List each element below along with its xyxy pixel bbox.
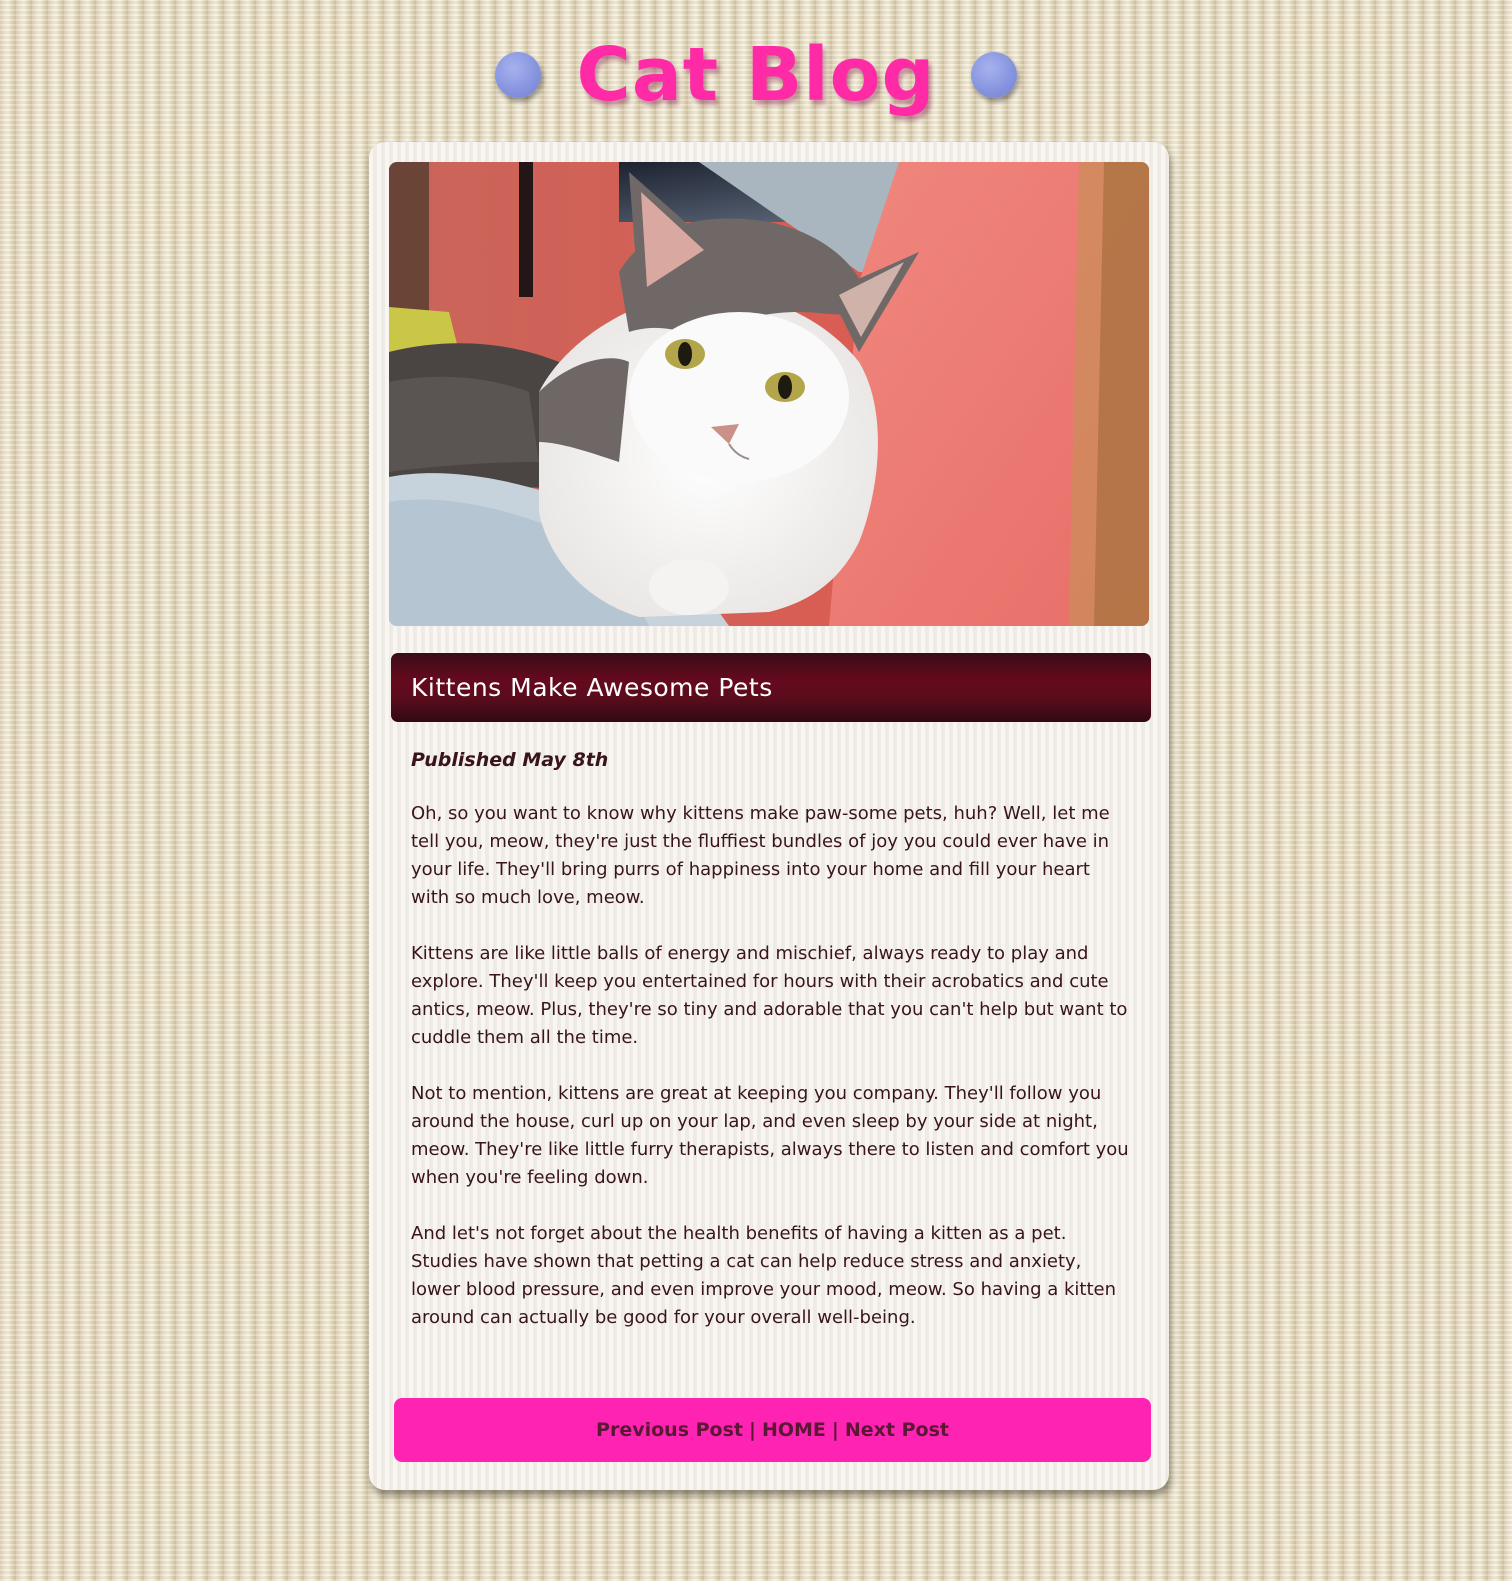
post-paragraph: Not to mention, kittens are great at kee…	[411, 1083, 1129, 1188]
site-title[interactable]: Cat Blog	[577, 38, 936, 112]
post-content: Published May 8th Oh, so you want to kno…	[411, 748, 1131, 1360]
post-image	[389, 162, 1149, 626]
site-header: Cat Blog	[0, 20, 1512, 130]
decorative-dot-left-icon	[494, 52, 541, 98]
post-navigation-bar: Previous Post | HOME | Next Post	[394, 1398, 1151, 1462]
post-paragraph: Oh, so you want to know why kittens make…	[411, 803, 1110, 908]
home-link[interactable]: HOME	[762, 1419, 826, 1441]
nav-separator: |	[748, 1419, 756, 1441]
post-title-bar: Kittens Make Awesome Pets	[391, 653, 1151, 722]
post-paragraph: And let's not forget about the health be…	[411, 1223, 1117, 1328]
nav-separator: |	[831, 1419, 839, 1441]
decorative-dot-right-icon	[971, 52, 1018, 98]
post-title: Kittens Make Awesome Pets	[411, 673, 773, 702]
published-date: Published May 8th	[411, 749, 609, 771]
post-card: Kittens Make Awesome Pets Published May …	[369, 142, 1169, 1490]
post-paragraph: Kittens are like little balls of energy …	[411, 943, 1128, 1048]
next-post-link[interactable]: Next Post	[845, 1419, 949, 1441]
previous-post-link[interactable]: Previous Post	[596, 1419, 743, 1441]
